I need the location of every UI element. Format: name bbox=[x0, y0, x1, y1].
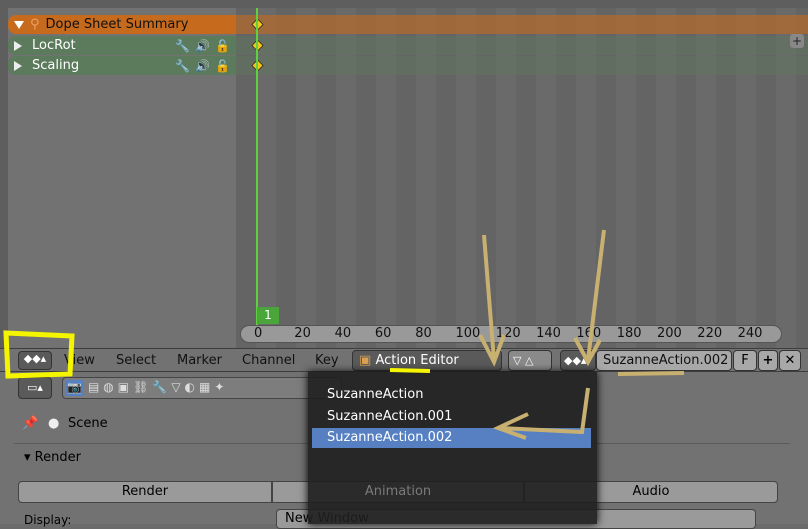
annotation-highlight-box bbox=[3, 330, 75, 379]
annotation-arrow bbox=[573, 229, 606, 367]
annotation-overlay bbox=[3, 229, 685, 440]
annotation-arrow bbox=[492, 387, 590, 440]
annotation-arrow bbox=[478, 234, 506, 367]
annotation-underline bbox=[389, 368, 431, 373]
annotation-underline bbox=[617, 371, 685, 376]
